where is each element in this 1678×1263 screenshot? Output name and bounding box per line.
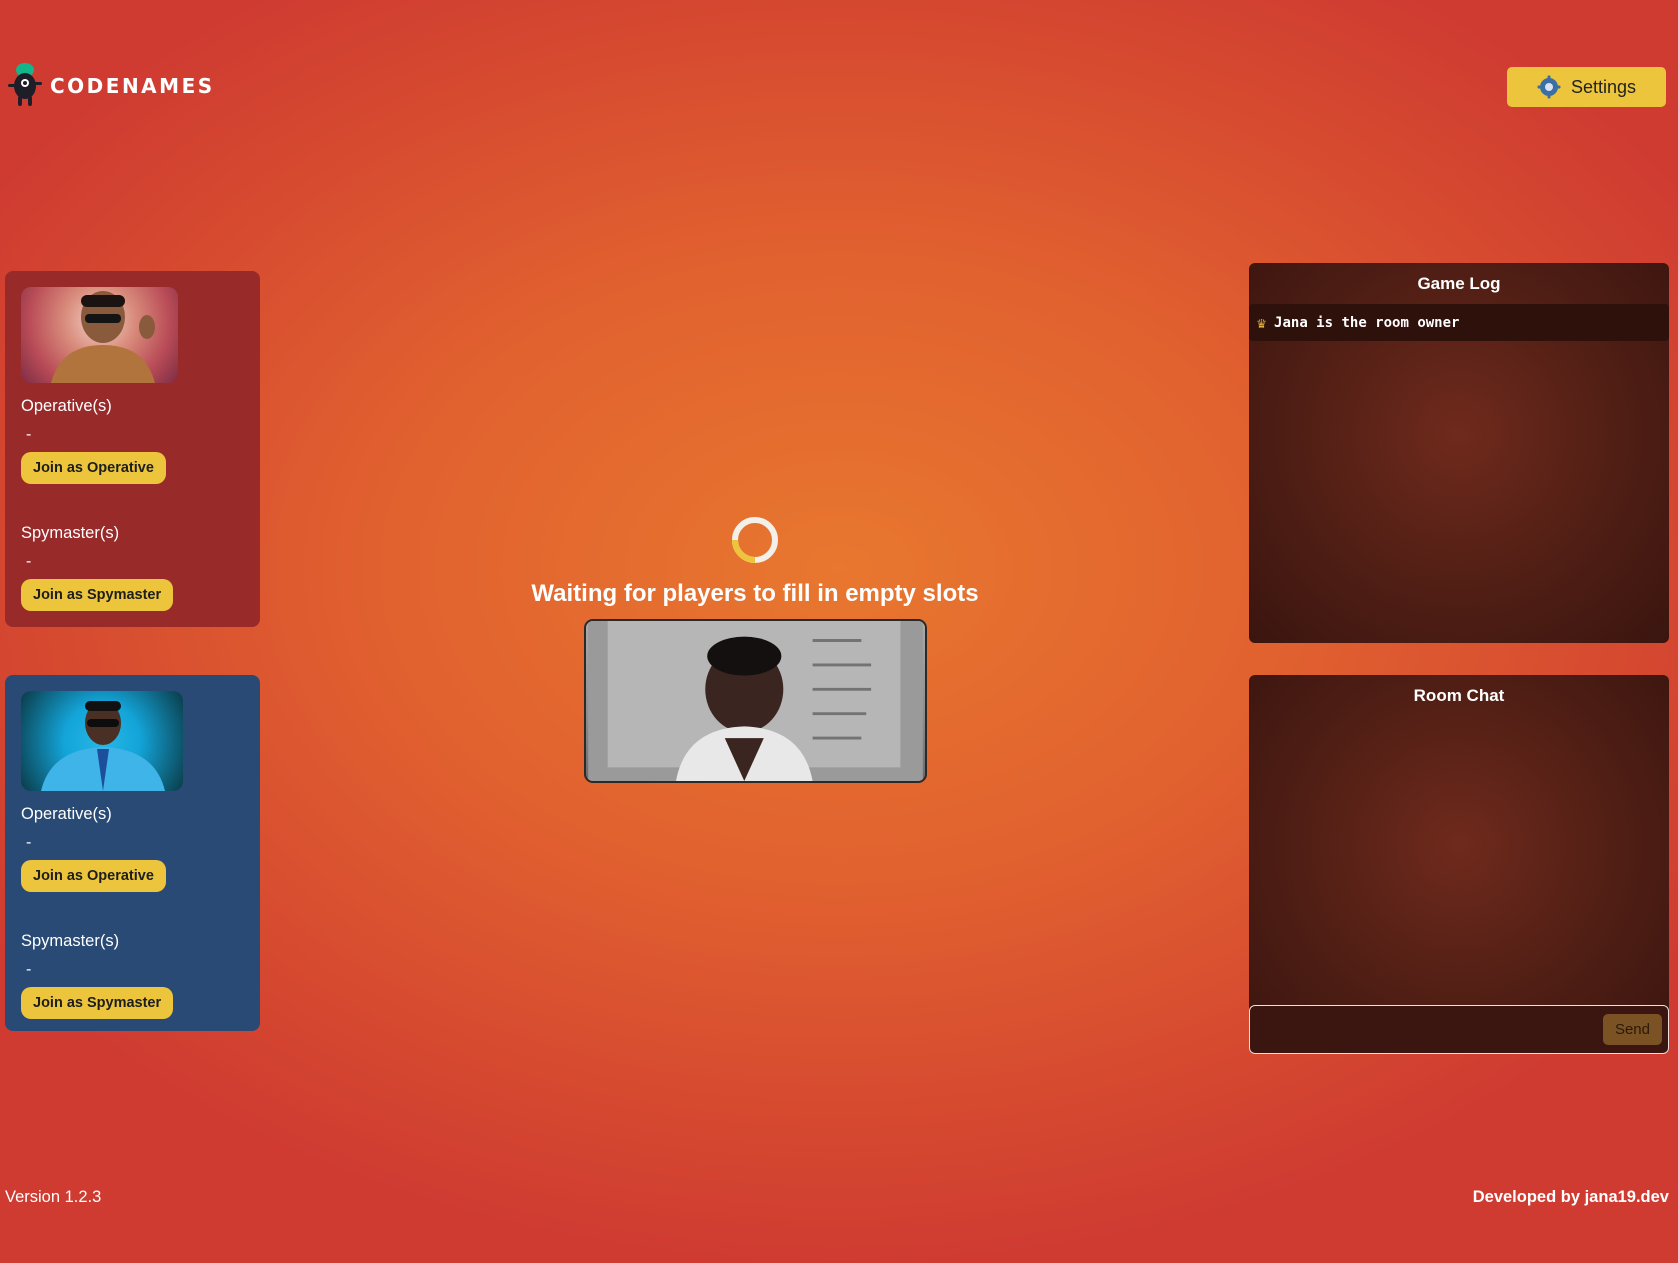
red-operatives-list: - <box>26 426 32 443</box>
loading-spinner-icon <box>732 517 778 563</box>
settings-button[interactable]: Settings <box>1507 67 1666 107</box>
settings-label: Settings <box>1570 76 1637 97</box>
chat-message-input[interactable] <box>1250 1006 1603 1053</box>
blue-team-image <box>21 691 183 791</box>
game-log-title: Game Log <box>1417 274 1501 293</box>
red-spymasters-list: - <box>26 553 32 570</box>
waiting-gif <box>583 619 927 783</box>
red-operatives-label: Operative(s) <box>21 397 112 415</box>
red-join-spymaster-button[interactable]: Join as Spymaster <box>21 579 174 611</box>
developer-credit[interactable]: Developed by jana19.dev <box>1473 1188 1669 1207</box>
crown-icon: ♛ <box>1257 313 1267 332</box>
chat-input-bar: Send <box>1249 1005 1669 1054</box>
blue-team-photo <box>41 701 165 791</box>
room-chat-panel: Room Chat Send <box>1249 675 1669 1054</box>
send-button[interactable]: Send <box>1602 1014 1662 1045</box>
app-logo[interactable]: CODENAMES <box>6 62 215 110</box>
waiting-gif-image <box>587 621 923 781</box>
blue-spymasters-label: Spymaster(s) <box>21 932 120 950</box>
log-entry: ♛ Jana is the room owner <box>1249 304 1669 341</box>
blue-join-spymaster-button[interactable]: Join as Spymaster <box>21 987 174 1019</box>
room-chat-title: Room Chat <box>1413 686 1505 705</box>
red-join-operative-button[interactable]: Join as Operative <box>21 452 166 484</box>
waiting-message: Waiting for players to fill in empty slo… <box>531 580 979 607</box>
gear-icon <box>1537 75 1561 99</box>
red-spymasters-label: Spymaster(s) <box>21 524 120 542</box>
red-team-panel: Operative(s) - Join as Operative Spymast… <box>5 271 260 627</box>
version-text: Version 1.2.3 <box>5 1188 102 1206</box>
blue-team-panel: Operative(s) - Join as Operative Spymast… <box>5 675 260 1031</box>
game-log-panel: Game Log ♛ Jana is the room owner <box>1249 263 1669 643</box>
blue-operatives-label: Operative(s) <box>21 805 112 823</box>
red-team-photo <box>51 291 155 383</box>
spy-mascot-icon <box>8 63 42 106</box>
blue-join-operative-button[interactable]: Join as Operative <box>21 860 166 892</box>
logo-text: CODENAMES <box>50 74 215 98</box>
blue-operatives-list: - <box>26 834 32 851</box>
log-entry-text: Jana is the room owner <box>1274 314 1460 331</box>
red-team-image <box>21 287 178 383</box>
waiting-area: Waiting for players to fill in empty slo… <box>520 515 990 783</box>
blue-spymasters-list: - <box>26 961 32 978</box>
